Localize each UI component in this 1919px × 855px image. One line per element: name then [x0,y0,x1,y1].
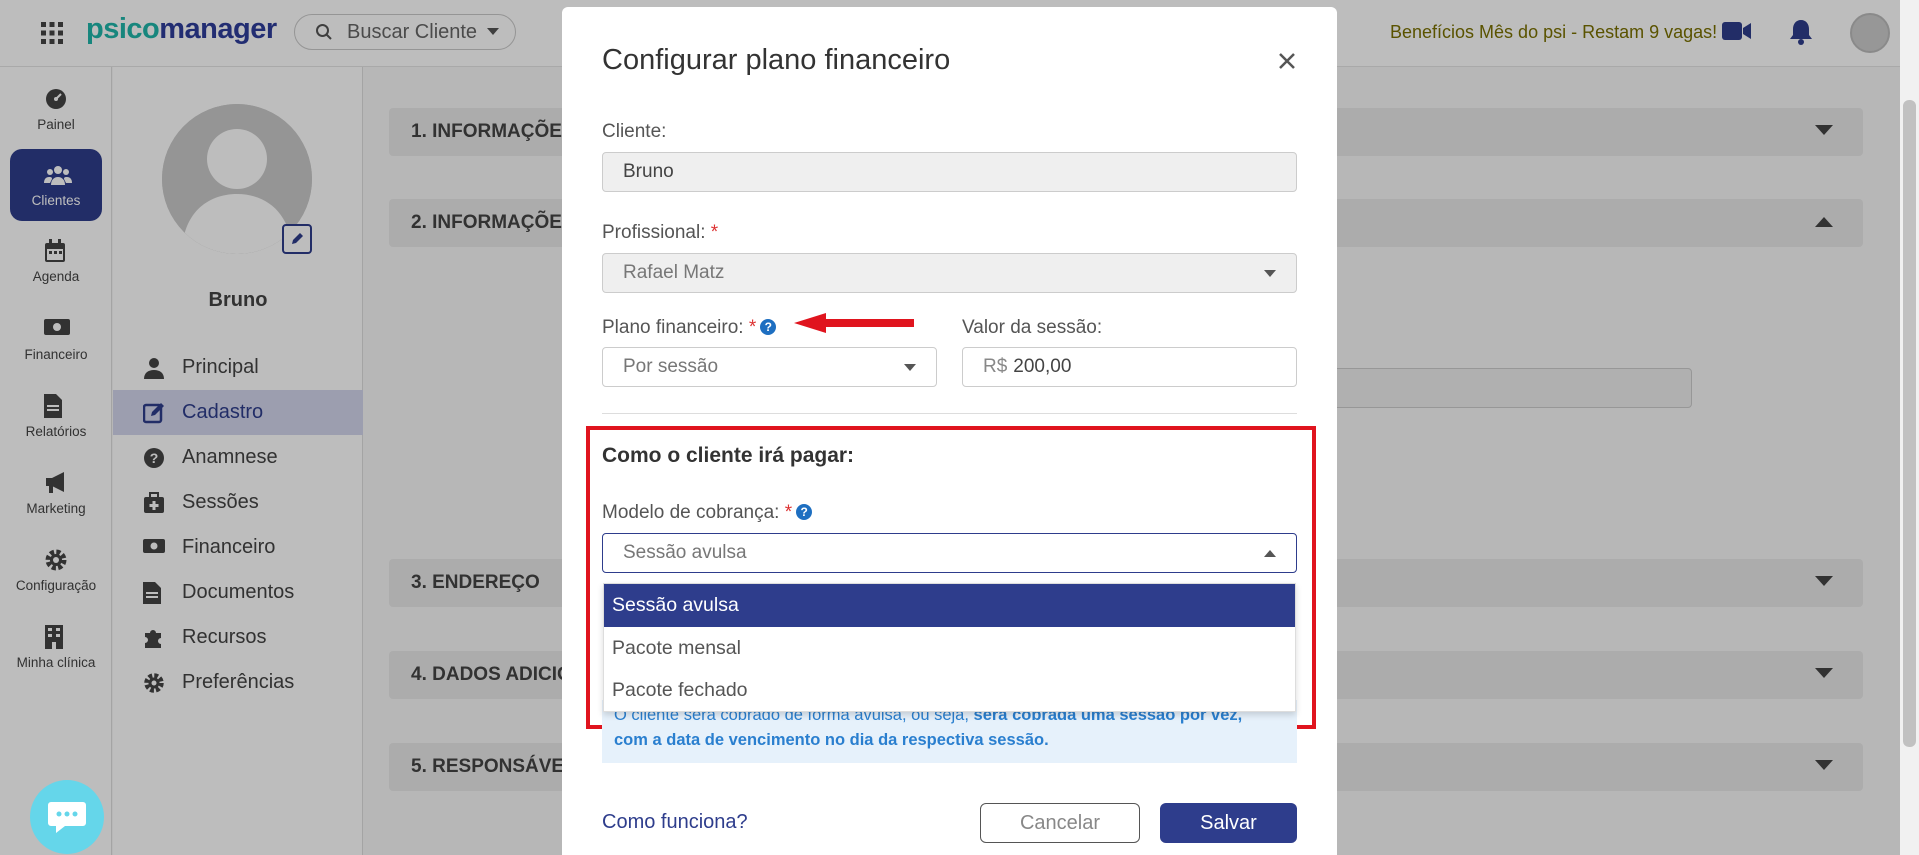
chat-icon [47,800,87,834]
required-mark: * [784,502,793,523]
currency-prefix: R$ [983,356,1008,377]
help-icon[interactable]: ? [760,319,777,335]
save-button[interactable]: Salvar [1160,803,1297,843]
option-pacote-fechado[interactable]: Pacote fechado [604,669,1295,712]
annotation-arrow [794,312,914,334]
billing-label: Modelo de cobrança: *? [602,502,813,524]
cancel-button[interactable]: Cancelar [980,803,1140,843]
session-value: 200,00 [1013,356,1072,377]
chat-button[interactable] [30,780,104,854]
client-field: Bruno [602,152,1297,192]
scrollbar-thumb[interactable] [1903,100,1916,747]
session-value-label: Valor da sessão: [962,317,1103,338]
modal-title: Configurar plano financeiro [602,44,951,76]
help-icon[interactable]: ? [796,504,813,520]
required-mark: * [710,222,719,243]
divider [602,413,1297,414]
professional-label-text: Profissional: [602,222,706,243]
professional-label: Profissional: * [602,222,718,244]
plan-label: Plano financeiro: *? [602,317,777,339]
info-text-bold-2: com a data de vencimento no dia da respe… [614,731,1049,749]
plan-select[interactable]: Por sessão [602,347,937,387]
client-value: Bruno [623,161,674,182]
professional-select[interactable]: Rafael Matz [602,253,1297,293]
chevron-down-icon [1264,270,1276,278]
required-mark: * [748,317,757,338]
professional-value: Rafael Matz [623,262,725,283]
plan-value: Por sessão [623,356,719,377]
billing-value: Sessão avulsa [623,542,747,563]
chevron-down-icon [904,364,916,372]
billing-model-dropdown: Sessão avulsa Pacote mensal Pacote fecha… [603,583,1296,712]
how-it-works-link[interactable]: Como funciona? [602,811,748,834]
option-sessao-avulsa[interactable]: Sessão avulsa [604,584,1295,627]
session-value-input[interactable]: R$ 200,00 [962,347,1297,387]
payment-section-title: Como o cliente irá pagar: [602,444,855,467]
client-label: Cliente: [602,121,667,142]
chevron-up-icon [1264,550,1276,558]
billing-label-text: Modelo de cobrança: [602,502,780,523]
billing-model-select[interactable]: Sessão avulsa [602,533,1297,573]
close-icon[interactable] [1278,52,1296,70]
plan-label-text: Plano financeiro: [602,317,744,338]
option-pacote-mensal[interactable]: Pacote mensal [604,627,1295,670]
